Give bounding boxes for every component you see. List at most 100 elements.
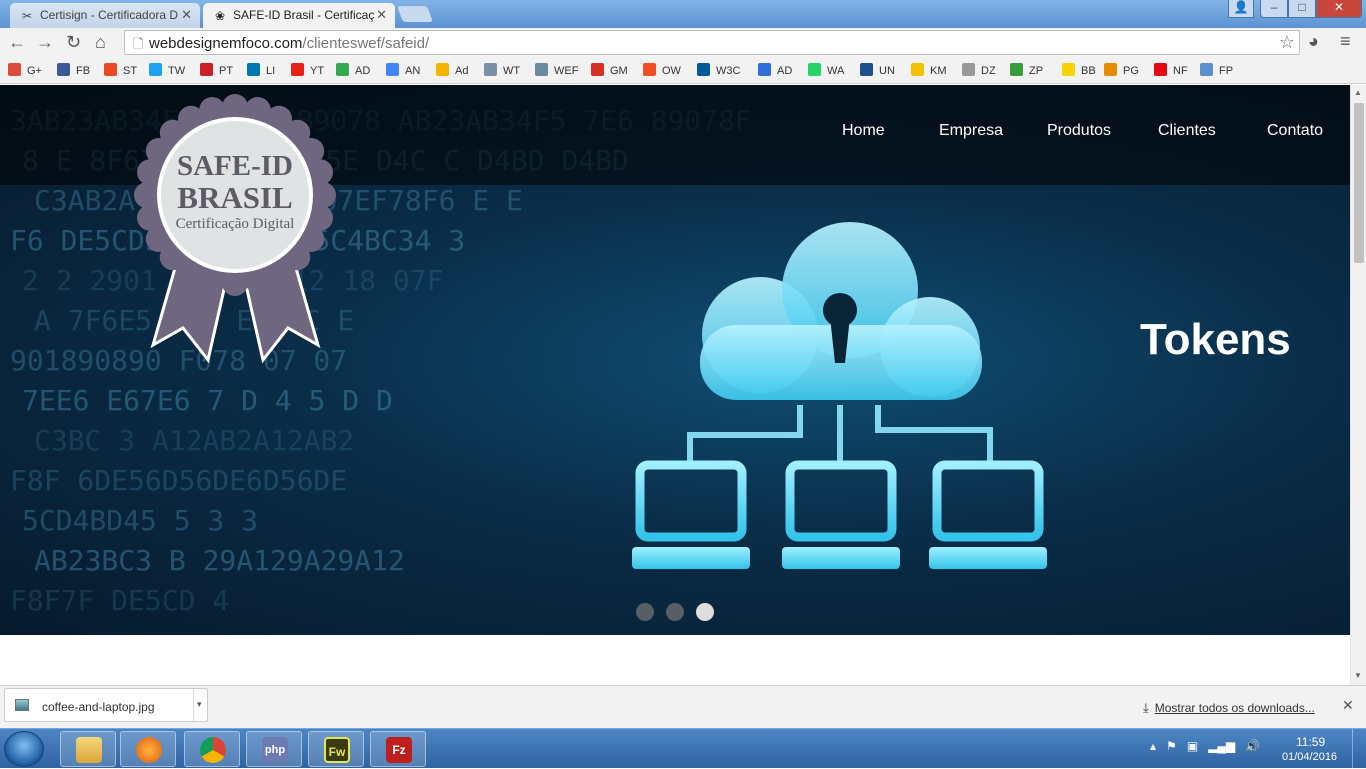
bookmark-favicon-icon [591,63,604,76]
clock-date[interactable]: 01/04/2016 [1282,751,1337,763]
bookmark-star-icon[interactable]: ☆ [1279,32,1295,53]
hero-slider: 3AB23AB34F 8F 8F6B9078 AB23AB34F5 7E6 89… [0,85,1350,635]
extension-icon[interactable]: ◕ [1308,31,1319,52]
scroll-thumb[interactable] [1354,103,1364,263]
taskbar-filezilla[interactable]: Fz [370,731,426,767]
tab-strip: ✂ Certisign - Certificadora D ✕ ❀ SAFE-I… [0,0,1366,28]
bookmark-pg[interactable]: PG [1104,63,1139,77]
scroll-up-icon[interactable]: ▲ [1354,88,1362,97]
bookmark-yt[interactable]: YT [291,63,324,77]
bookmark-label: NF [1173,65,1188,77]
folder-icon [76,737,102,763]
download-icon: ⤓ [1143,700,1149,715]
bookmark-fb[interactable]: FB [57,63,90,77]
bookmark-km[interactable]: KM [911,63,947,77]
cloud-icon [700,222,982,400]
bookmark-favicon-icon [1154,63,1167,76]
bookmark-label: AD [777,65,793,77]
bookmark-nf[interactable]: NF [1154,63,1188,77]
close-window-button[interactable]: ✕ [1316,0,1362,18]
bookmark-label: WEF [554,65,579,77]
show-all-downloads-link[interactable]: ⤓ Mostrar todos os downloads... [1143,700,1315,716]
bookmark-ad[interactable]: AD [336,63,370,77]
bookmark-label: AD [355,65,371,77]
bookmark-dz[interactable]: DZ [962,63,996,77]
bookmark-fp[interactable]: FP [1200,63,1233,77]
bookmark-label: FB [76,65,91,77]
back-arrow-icon[interactable]: ← [8,32,26,53]
flag-icon[interactable]: ⚑ [1166,739,1177,753]
bookmark-tw[interactable]: TW [149,63,185,77]
page-icon: 🗋 [133,36,144,51]
bookmark-ad[interactable]: AD [758,63,792,77]
bookmark-un[interactable]: UN [860,63,895,77]
taskbar-fireworks[interactable]: Fw [308,731,364,767]
chevron-down-icon[interactable]: ▾ [193,689,207,721]
bookmark-bb[interactable]: BB [1062,63,1096,77]
bookmark-li[interactable]: LI [247,63,275,77]
taskbar-php[interactable]: php [246,731,302,767]
close-icon[interactable]: ✕ [1342,697,1354,714]
bookmark-favicon-icon [484,63,497,76]
close-icon[interactable]: ✕ [376,7,387,23]
bookmark-st[interactable]: ST [104,63,137,77]
bookmark-label: GM [610,65,628,77]
forward-arrow-icon[interactable]: → [36,32,54,53]
slider-dot-2[interactable] [666,603,684,621]
tab-title: SAFE-ID Brasil - Certificaç [233,8,375,22]
network-icon[interactable]: ▂▄▆ [1208,739,1235,753]
tab-certisign[interactable]: ✂ Certisign - Certificadora D ✕ [10,3,200,28]
profile-icon[interactable]: 👤 [1228,0,1254,18]
download-item[interactable]: coffee-and-laptop.jpg ▾ [4,688,208,722]
reload-icon[interactable]: ↻ [66,32,81,53]
nav-home[interactable]: Home [842,122,885,140]
page-viewport: 3AB23AB34F 8F 8F6B9078 AB23AB34F5 7E6 89… [0,85,1350,685]
bookmark-w3c[interactable]: W3C [697,63,740,77]
scroll-down-icon[interactable]: ▼ [1354,671,1362,680]
bookmark-wa[interactable]: WA [808,63,844,77]
bookmark-favicon-icon [291,63,304,76]
url-text[interactable]: webdesignemfoco.com/clienteswef/safeid/ [149,35,429,52]
bookmark-zp[interactable]: ZP [1010,63,1043,77]
bookmark-wef[interactable]: WEF [535,63,578,77]
nav-contato[interactable]: Contato [1267,122,1323,140]
tray-expand-icon[interactable]: ▴ [1150,739,1156,753]
bookmark-wt[interactable]: WT [484,63,520,77]
home-icon[interactable]: ⌂ [95,32,106,53]
bookmark-ad[interactable]: Ad [436,63,468,77]
tab-safeid[interactable]: ❀ SAFE-ID Brasil - Certificaç ✕ [203,3,395,28]
device-icon[interactable]: ▣ [1187,739,1198,753]
bookmark-pt[interactable]: PT [200,63,233,77]
download-shelf: coffee-and-laptop.jpg ▾ ⤓ Mostrar todos o… [0,685,1366,728]
taskbar-chrome[interactable] [184,731,240,767]
slider-dot-1[interactable] [636,603,654,621]
page-scrollbar[interactable]: ▲ ▼ [1350,85,1366,685]
bookmark-favicon-icon [386,63,399,76]
nav-clientes[interactable]: Clientes [1158,122,1216,140]
volume-icon[interactable]: 🔊 [1245,739,1260,753]
slider-dot-3[interactable] [696,603,714,621]
monitor-icon-center [782,460,900,569]
bookmark-g+[interactable]: G+ [8,63,42,77]
nav-produtos[interactable]: Produtos [1047,122,1111,140]
address-bar[interactable]: 🗋 webdesignemfoco.com/clienteswef/safeid… [124,30,1300,55]
bookmark-label: G+ [27,65,42,77]
bookmark-gm[interactable]: GM [591,63,628,77]
new-tab-button[interactable] [397,6,433,22]
taskbar-firefox[interactable] [120,731,176,767]
start-button[interactable] [4,731,44,767]
bookmark-ow[interactable]: OW [643,63,681,77]
close-icon[interactable]: ✕ [181,7,192,23]
minimize-button[interactable]: – [1260,0,1288,18]
bookmark-favicon-icon [643,63,656,76]
maximize-button[interactable]: □ [1288,0,1316,18]
menu-icon[interactable]: ≡ [1340,31,1351,52]
site-logo[interactable]: SAFE-ID BRASIL Certificação Digital [128,90,348,380]
bookmark-an[interactable]: AN [386,63,420,77]
taskbar-explorer[interactable] [60,731,116,767]
bookmark-label: DZ [981,65,996,77]
bookmark-label: Ad [455,65,469,77]
nav-empresa[interactable]: Empresa [939,122,1003,140]
show-desktop-button[interactable] [1352,729,1366,769]
clock-time[interactable]: 11:59 [1296,735,1325,749]
